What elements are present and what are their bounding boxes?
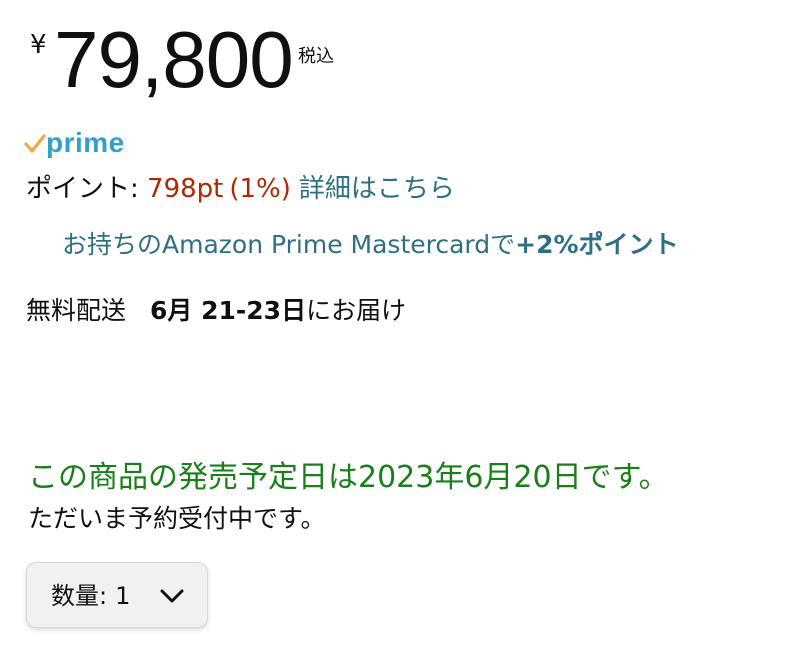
delivery-suffix: にお届け xyxy=(306,296,407,325)
points-details-link[interactable]: 詳細はこちら xyxy=(299,174,455,204)
chevron-down-icon xyxy=(160,589,184,603)
delivery-label: 無料配送 xyxy=(26,296,127,325)
prime-badge: prime xyxy=(24,127,164,168)
delivery-row: 無料配送 6月 21-23日にお届け xyxy=(26,294,406,328)
quantity-display: 数量: 1 xyxy=(51,581,130,611)
card-offer-bonus: +2%ポイント xyxy=(515,230,679,259)
price-amount: 79,800 xyxy=(54,15,294,104)
currency-symbol: ¥ xyxy=(30,30,47,60)
points-percent: (1%) xyxy=(229,174,291,204)
quantity-dropdown[interactable]: 数量: 1 xyxy=(26,562,208,628)
card-offer-text: お持ちのAmazon Prime Mastercardで xyxy=(62,230,516,259)
preorder-notice: ただいま予約受付中です。 xyxy=(28,504,326,533)
delivery-date: 6月 21-23日 xyxy=(150,296,307,325)
points-row: ポイント: 798pt (1%) 詳細はこちら xyxy=(26,172,455,206)
tax-included-note: 税込 xyxy=(298,46,334,67)
points-label: ポイント: xyxy=(26,174,148,204)
prime-check-icon xyxy=(24,134,46,153)
prime-logo-text: prime xyxy=(46,127,125,158)
quantity-value: 1 xyxy=(115,582,131,610)
release-date-notice: この商品の発売予定日は2023年6月20日です。 xyxy=(28,460,669,495)
card-offer-link[interactable]: お持ちのAmazon Prime Mastercardで+2%ポイント xyxy=(62,228,679,262)
price-block: ¥ 79,800 税込 xyxy=(28,18,428,108)
points-value: 798pt xyxy=(147,174,224,204)
quantity-label: 数量: xyxy=(51,582,108,610)
